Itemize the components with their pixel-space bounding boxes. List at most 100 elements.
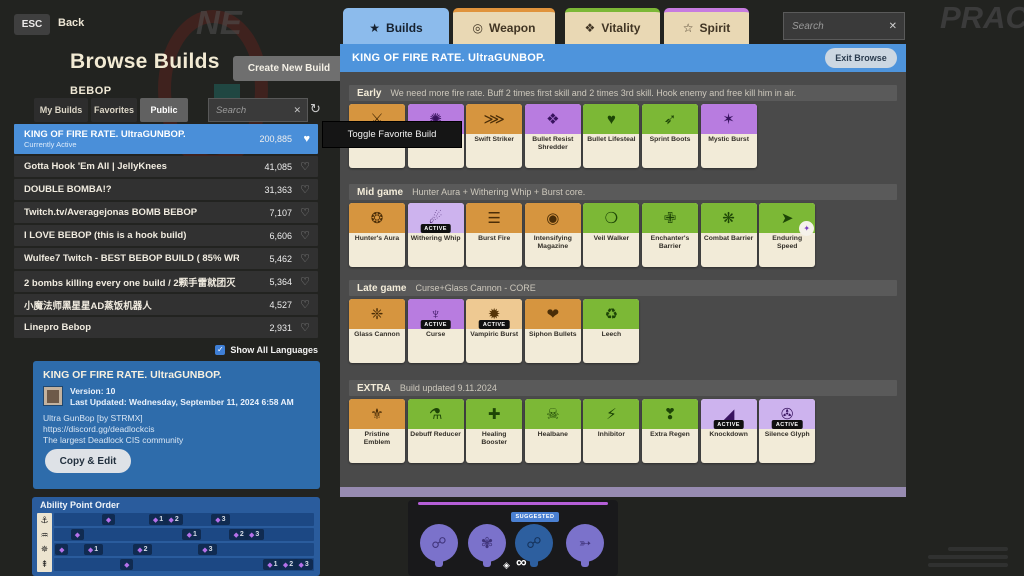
ability-circle[interactable]: ☍ (420, 524, 458, 562)
copy-edit-button[interactable]: Copy & Edit (45, 449, 131, 473)
item-card[interactable]: ⋙Swift Striker (466, 104, 522, 168)
create-new-build-button[interactable]: Create New Build (233, 56, 345, 81)
item-card[interactable]: ✶Mystic Burst (701, 104, 757, 168)
refresh-icon[interactable]: ↻ (310, 101, 321, 117)
clear-search-icon[interactable]: ✕ (889, 21, 897, 32)
ability-icons-column: ⚓♒✵⇞ (37, 513, 52, 572)
favorite-heart-icon[interactable]: ♡ (300, 275, 310, 288)
item-card[interactable]: ☄ACTIVEWithering Whip (408, 203, 464, 267)
item-name: Healing Booster (468, 431, 520, 447)
item-card[interactable]: ➤✦Enduring Speed (759, 203, 815, 267)
favorite-count: 2,931 (269, 323, 292, 333)
item-name: Bullet Resist Shredder (527, 136, 579, 152)
item-card[interactable]: ☰Burst Fire (466, 203, 522, 267)
favorite-heart-icon[interactable]: ♡ (300, 321, 310, 334)
item-icon: ✶ (701, 104, 757, 134)
item-card[interactable]: ✚Healing Booster (466, 399, 522, 463)
tab-spirit[interactable]: ☆Spirit (664, 8, 749, 44)
build-name-wrap: 小魔法师黑星星AD蒸饭机器人 (14, 298, 152, 312)
build-name: Gotta Hook 'Em All | JellyKnees (24, 161, 167, 172)
panel-bottom-strip (340, 487, 906, 497)
build-list-item[interactable]: 2 bombs killing every one build / 2颗手雷就团… (14, 271, 318, 292)
ability-point-marker: ◆1 (182, 529, 201, 540)
item-icon: ❖ (525, 104, 581, 134)
item-card[interactable]: ◢ACTIVEKnockdown (701, 399, 757, 463)
favorite-heart-icon[interactable]: ♡ (300, 160, 310, 173)
favorite-heart-icon[interactable]: ♥ (303, 133, 310, 145)
item-name: Burst Fire (468, 235, 520, 243)
tab-vitality[interactable]: ❖Vitality (565, 8, 660, 44)
build-header-bar: KING OF FIRE RATE. UltraGUNBOP. Exit Bro… (340, 44, 906, 72)
search-placeholder: Search (792, 21, 889, 32)
item-card[interactable]: ✇ACTIVESilence Glyph (759, 399, 815, 463)
favorite-count: 5,462 (269, 254, 292, 264)
favorite-heart-icon[interactable]: ♡ (300, 229, 310, 242)
build-list-item[interactable]: DOUBLE BOMBA!?31,363♡ (14, 179, 318, 200)
esc-key-button[interactable]: ESC (14, 14, 50, 35)
tab-favorites[interactable]: Favorites (91, 98, 137, 122)
item-card[interactable]: ✹ACTIVEVampiric Burst (466, 299, 522, 363)
ability-circle[interactable]: ➳ (566, 524, 604, 562)
clear-search-icon[interactable]: ✕ (293, 105, 301, 116)
item-card[interactable]: ♆ACTIVECurse (408, 299, 464, 363)
tab-weapon[interactable]: ◎Weapon (453, 8, 555, 44)
item-card[interactable]: ➶Sprint Boots (642, 104, 698, 168)
favorite-heart-icon[interactable]: ♡ (300, 183, 310, 196)
build-list-item[interactable]: Twitch.tv/Averagejonas BOMB BEBOP7,107♡ (14, 202, 318, 223)
item-card[interactable]: ⚜Pristine Emblem (349, 399, 405, 463)
tab-my-builds[interactable]: My Builds (34, 98, 88, 122)
show-all-languages-checkbox[interactable]: ✓ (215, 345, 225, 355)
build-list-item[interactable]: KING OF FIRE RATE. UltraGUNBOP.Currently… (14, 124, 318, 154)
item-card[interactable]: ❣Extra Regen (642, 399, 698, 463)
builds-search-input[interactable]: Search ✕ (208, 98, 308, 122)
ability-point-marker: ◆ (71, 529, 84, 540)
item-card[interactable]: ⚡Inhibitor (583, 399, 639, 463)
build-name-wrap: Gotta Hook 'Em All | JellyKnees (14, 161, 167, 172)
items-search-input[interactable]: Search ✕ (783, 12, 905, 40)
item-card[interactable]: ☠Healbane (525, 399, 581, 463)
exit-browse-button[interactable]: Exit Browse (825, 48, 897, 68)
item-card[interactable]: ♻Leech (583, 299, 639, 363)
item-card[interactable]: ✙Enchanter's Barrier (642, 203, 698, 267)
item-card[interactable]: ❖ Bullet Resist Shredder (525, 104, 581, 168)
show-all-languages-row[interactable]: ✓ Show All Languages (14, 342, 318, 357)
back-button[interactable]: Back (58, 17, 84, 29)
ability-point-track: ◆◆1◆2◆3 (54, 543, 314, 556)
build-list-item[interactable]: Wulfee7 Twitch - BEST BEBOP BUILD ( 85% … (14, 248, 318, 269)
favorite-heart-icon[interactable]: ♡ (300, 298, 310, 311)
ability-circle[interactable]: ✾ (468, 524, 506, 562)
build-list-item[interactable]: 小魔法师黑星星AD蒸饭机器人4,527♡ (14, 294, 318, 315)
build-list-item[interactable]: Gotta Hook 'Em All | JellyKnees41,085♡ (14, 156, 318, 177)
item-icon: ❈ (349, 299, 405, 329)
item-card[interactable]: ❤Siphon Bullets (525, 299, 581, 363)
build-name: 小魔法师黑星星AD蒸饭机器人 (24, 298, 152, 312)
item-card[interactable]: ❂Hunter's Aura (349, 203, 405, 267)
builds-tab-icon: ★ (369, 21, 380, 35)
ability-circle-suggested[interactable]: ☍ (515, 524, 553, 562)
build-list-item[interactable]: Linepro Bebop2,931♡ (14, 317, 318, 338)
favorite-heart-icon[interactable]: ♡ (300, 206, 310, 219)
item-name: Leech (585, 331, 637, 339)
active-badge: ACTIVE (420, 320, 451, 329)
ability-point-marker: ◆2 (164, 514, 183, 525)
item-card[interactable]: ❋Combat Barrier (701, 203, 757, 267)
build-name-wrap: 2 bombs killing every one build / 2颗手雷就团… (14, 275, 236, 289)
item-name: Intensifying Magazine (527, 235, 579, 251)
section-header: EarlyWe need more fire rate. Buff 2 time… (349, 85, 897, 101)
item-name: Extra Regen (644, 431, 696, 439)
build-status: Currently Active (24, 140, 186, 149)
item-card[interactable]: ❍Veil Walker (583, 203, 639, 267)
item-card[interactable]: ♥Bullet Lifesteal (583, 104, 639, 168)
build-list-item[interactable]: I LOVE BEBOP (this is a hook build)6,606… (14, 225, 318, 246)
favorite-heart-icon[interactable]: ♡ (300, 252, 310, 265)
ability-point-order-title: Ability Point Order (40, 500, 120, 510)
details-updated: Last Updated: Wednesday, September 11, 2… (70, 397, 294, 407)
item-name: Curse (410, 331, 462, 339)
item-card[interactable]: ◉Intensifying Magazine (525, 203, 581, 267)
tab-builds[interactable]: ★Builds (343, 8, 449, 44)
build-name-wrap: DOUBLE BOMBA!? (14, 184, 112, 195)
item-card[interactable]: ❈Glass Cannon (349, 299, 405, 363)
item-card[interactable]: ⚗Debuff Reducer (408, 399, 464, 463)
ability-point-marker: ◆ (55, 544, 68, 555)
tab-public[interactable]: Public (140, 98, 188, 122)
